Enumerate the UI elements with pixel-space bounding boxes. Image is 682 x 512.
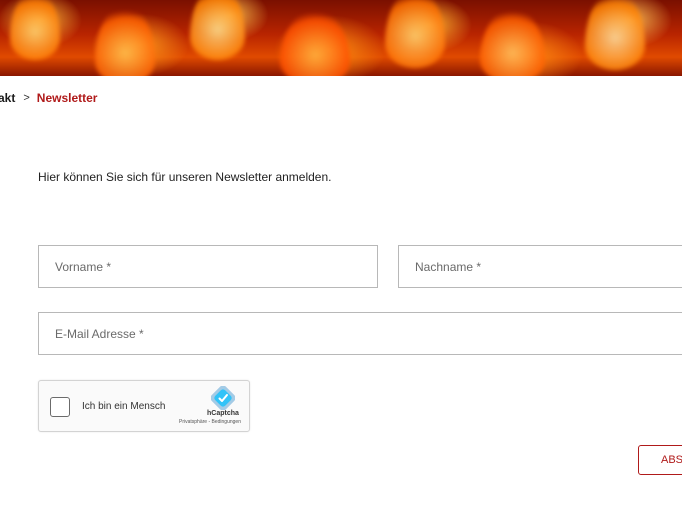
breadcrumb: akt > Newsletter bbox=[0, 90, 97, 106]
flame-shape bbox=[385, 0, 445, 68]
flame-shape bbox=[10, 0, 60, 60]
email-field-box bbox=[38, 312, 682, 355]
hero-fire-banner bbox=[0, 0, 682, 76]
captcha-brand: hCaptcha bbox=[207, 410, 239, 417]
page: akt > Newsletter Hier können Sie sich fü… bbox=[0, 0, 682, 512]
firstname-field[interactable] bbox=[53, 258, 377, 275]
firstname-field-box bbox=[38, 245, 378, 288]
submit-button[interactable]: ABSENDEN bbox=[638, 445, 682, 475]
email-field[interactable] bbox=[53, 325, 682, 342]
hcaptcha-logo-icon bbox=[211, 386, 235, 410]
flame-shape bbox=[585, 0, 645, 70]
flame-shape bbox=[95, 5, 155, 76]
hcaptcha-widget: Ich bin ein Mensch hCaptcha Privatsphäre… bbox=[38, 380, 250, 432]
flame-shape bbox=[280, 10, 350, 76]
breadcrumb-current: Newsletter bbox=[36, 91, 98, 105]
breadcrumb-separator-icon: > bbox=[23, 92, 30, 104]
flame-shape bbox=[480, 8, 545, 76]
intro-text: Hier können Sie sich für unseren Newslet… bbox=[38, 170, 332, 184]
captcha-checkbox[interactable] bbox=[50, 397, 70, 417]
lastname-field[interactable] bbox=[413, 258, 682, 275]
captcha-links[interactable]: Privatsphäre - Bedingungen bbox=[179, 419, 241, 425]
captcha-label: Ich bin ein Mensch bbox=[82, 401, 166, 412]
breadcrumb-prev-link[interactable]: akt bbox=[0, 91, 15, 105]
flame-shape bbox=[190, 0, 245, 60]
lastname-field-box bbox=[398, 245, 682, 288]
